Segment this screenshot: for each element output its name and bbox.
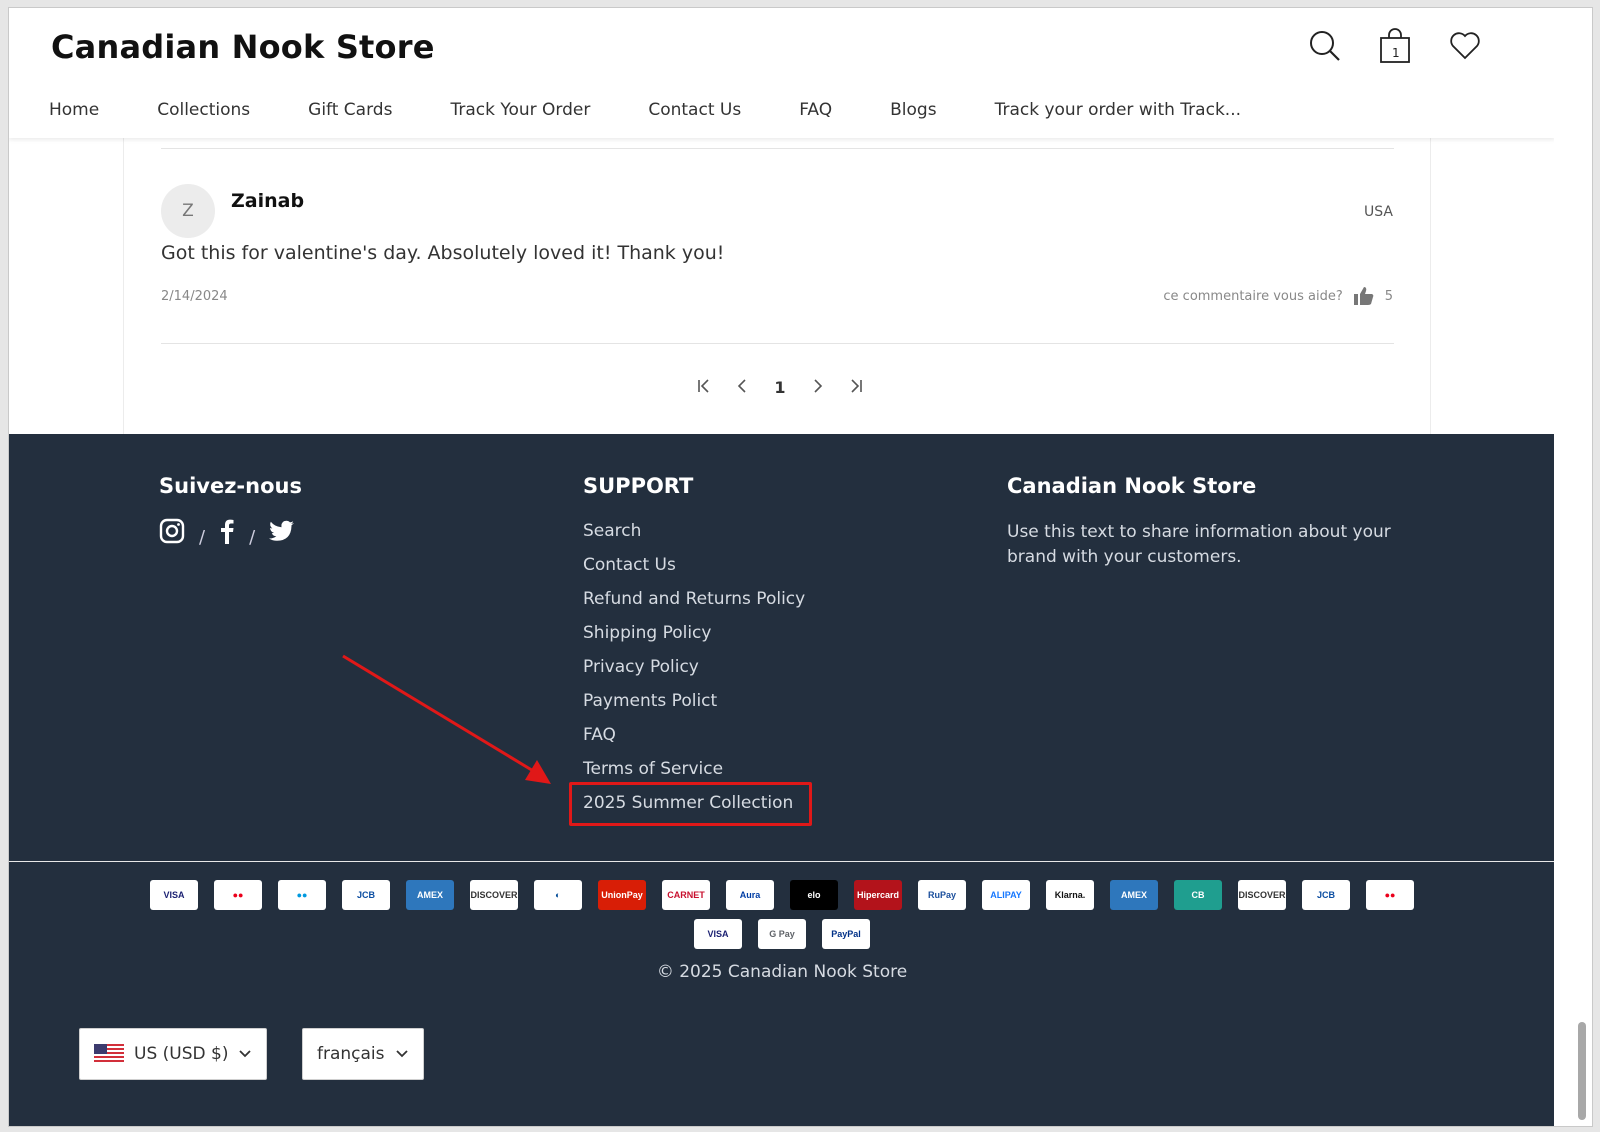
- reviews-section: Z Zainab USA Got this for valentine's da…: [123, 138, 1431, 436]
- payment-method-icon: CB: [1174, 880, 1222, 910]
- prev-page-icon[interactable]: [734, 378, 750, 397]
- chevron-down-icon: [395, 1044, 409, 1064]
- payment-method-icon: VISA: [694, 919, 742, 949]
- payment-method-icon: Hipercard: [854, 880, 902, 910]
- site-footer: Suivez-nous / / SUPPORT Search Contact U…: [9, 434, 1555, 1126]
- footer-link-privacy-policy[interactable]: Privacy Policy: [583, 650, 805, 684]
- scrollbar-thumb[interactable]: [1578, 1022, 1586, 1120]
- payment-method-icon: PayPal: [822, 919, 870, 949]
- payment-icons: VISA ●● ●● JCB AMEX DISCOVER ◐ UnionPay CARNET Au…: [9, 880, 1555, 949]
- reviewer-country: USA: [1364, 204, 1393, 220]
- currency-value: US (USD $): [134, 1044, 229, 1064]
- helpful-count: 5: [1384, 288, 1393, 304]
- social-separator: /: [199, 526, 206, 548]
- first-page-icon[interactable]: [696, 378, 712, 397]
- social-separator: /: [249, 526, 256, 548]
- nav-track-with[interactable]: Track your order with Track...: [995, 100, 1241, 120]
- payment-method-icon: JCB: [342, 880, 390, 910]
- next-page-icon[interactable]: [810, 378, 826, 397]
- pagination: 1: [696, 378, 864, 397]
- currency-selector[interactable]: US (USD $): [79, 1028, 268, 1080]
- payment-method-icon: ●●: [1366, 880, 1414, 910]
- support-title: SUPPORT: [583, 474, 694, 498]
- footer-link-contact-us[interactable]: Contact Us: [583, 548, 805, 582]
- nav-blogs[interactable]: Blogs: [890, 100, 936, 120]
- wishlist-heart-icon[interactable]: [1447, 26, 1483, 66]
- store-logo[interactable]: Canadian Nook Store: [51, 28, 435, 66]
- payment-method-icon: G Pay: [758, 919, 806, 949]
- payment-method-icon: Aura: [726, 880, 774, 910]
- helpful-question: ce commentaire vous aide?: [1163, 288, 1343, 304]
- us-flag-icon: [94, 1044, 124, 1064]
- payment-method-icon: VISA: [150, 880, 198, 910]
- language-selector[interactable]: français: [302, 1028, 424, 1080]
- divider: [161, 343, 1394, 344]
- footer-social-column: Suivez-nous / /: [159, 474, 302, 548]
- footer-link-shipping-policy[interactable]: Shipping Policy: [583, 616, 805, 650]
- nav-track-your-order[interactable]: Track Your Order: [450, 100, 590, 120]
- payment-method-icon: JCB: [1302, 880, 1350, 910]
- last-page-icon[interactable]: [848, 378, 864, 397]
- site-header: Canadian Nook Store 1 Home Collections G…: [9, 8, 1555, 138]
- copyright: © 2025 Canadian Nook Store: [656, 962, 908, 982]
- payment-method-icon: CARNET: [662, 880, 710, 910]
- footer-divider: [9, 861, 1555, 862]
- review-date: 2/14/2024: [161, 289, 228, 304]
- review-helpful: ce commentaire vous aide? 5: [1163, 286, 1393, 306]
- reviewer-name: Zainab: [231, 190, 305, 212]
- header-icons: 1: [1307, 26, 1483, 66]
- footer-store-column: Canadian Nook Store Use this text to sha…: [1007, 474, 1397, 570]
- twitter-icon[interactable]: [269, 520, 295, 546]
- payment-method-icon: ●●: [278, 880, 326, 910]
- payment-method-icon: ●●: [214, 880, 262, 910]
- language-value: français: [317, 1044, 385, 1064]
- footer-link-summer-collection[interactable]: 2025 Summer Collection: [583, 786, 805, 820]
- social-links: / /: [159, 518, 302, 548]
- divider: [161, 148, 1394, 149]
- footer-link-payments-policy[interactable]: Payments Polict: [583, 684, 805, 718]
- nav-gift-cards[interactable]: Gift Cards: [308, 100, 392, 120]
- cart-icon[interactable]: 1: [1377, 26, 1413, 66]
- payment-method-icon: AMEX: [406, 880, 454, 910]
- follow-title: Suivez-nous: [159, 474, 302, 498]
- search-icon[interactable]: [1307, 26, 1343, 66]
- current-page[interactable]: 1: [772, 378, 788, 397]
- payment-method-icon: UnionPay: [598, 880, 646, 910]
- payment-method-icon: elo: [790, 880, 838, 910]
- instagram-icon[interactable]: [159, 518, 185, 548]
- chevron-down-icon: [238, 1044, 252, 1064]
- nav-faq[interactable]: FAQ: [799, 100, 832, 120]
- store-title: Canadian Nook Store: [1007, 474, 1257, 498]
- payment-method-icon: ALIPAY: [982, 880, 1030, 910]
- facebook-icon[interactable]: [219, 518, 235, 548]
- store-description: Use this text to share information about…: [1007, 522, 1391, 567]
- scrollbar[interactable]: [1554, 8, 1592, 1126]
- footer-support-column: SUPPORT Search Contact Us Refund and Ret…: [583, 474, 805, 820]
- nav-home[interactable]: Home: [49, 100, 99, 120]
- payment-method-icon: Klarna.: [1046, 880, 1094, 910]
- annotation-arrow: [342, 654, 551, 784]
- payment-method-icon: ◐: [534, 880, 582, 910]
- nav-collections[interactable]: Collections: [157, 100, 250, 120]
- thumbs-up-icon[interactable]: [1353, 286, 1375, 306]
- cart-count: 1: [1392, 46, 1400, 60]
- main-nav: Home Collections Gift Cards Track Your O…: [49, 100, 1241, 120]
- nav-contact-us[interactable]: Contact Us: [648, 100, 741, 120]
- review-text: Got this for valentine's day. Absolutely…: [161, 242, 725, 264]
- payment-method-icon: DISCOVER: [1238, 880, 1286, 910]
- avatar: Z: [161, 184, 215, 238]
- payment-method-icon: DISCOVER: [470, 880, 518, 910]
- footer-link-refund-policy[interactable]: Refund and Returns Policy: [583, 582, 805, 616]
- footer-link-terms-of-service[interactable]: Terms of Service: [583, 752, 805, 786]
- browser-viewport: Canadian Nook Store 1 Home Collections G…: [8, 7, 1593, 1127]
- footer-link-faq[interactable]: FAQ: [583, 718, 805, 752]
- footer-link-search[interactable]: Search: [583, 514, 805, 548]
- support-links: Search Contact Us Refund and Returns Pol…: [583, 514, 805, 820]
- payment-method-icon: AMEX: [1110, 880, 1158, 910]
- payment-method-icon: RuPay: [918, 880, 966, 910]
